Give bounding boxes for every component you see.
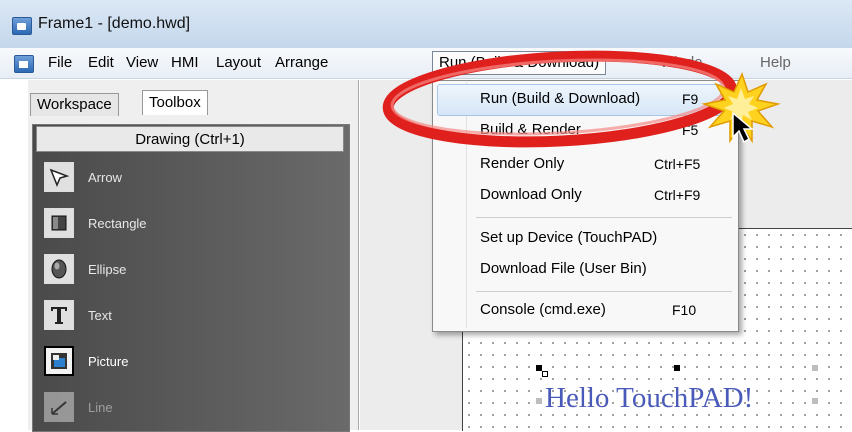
drawing-group-header[interactable]: Drawing (Ctrl+1)	[36, 126, 344, 152]
tool-label: Arrow	[88, 170, 122, 185]
tool-label: Line	[88, 400, 113, 415]
menu-item-run-build-download[interactable]: Run (Build & Download)	[480, 90, 640, 107]
picture-icon	[44, 346, 74, 376]
selection-handle[interactable]	[674, 365, 680, 371]
menu-separator	[476, 291, 732, 292]
menu-window[interactable]: Windo	[660, 54, 703, 71]
menu-help[interactable]: Help	[760, 54, 791, 71]
menu-run-build-download[interactable]: Run (Build & Download)	[432, 51, 607, 75]
tool-rectangle[interactable]: Rectangle	[40, 206, 340, 242]
menu-arrange[interactable]: Arrange	[275, 54, 328, 71]
canvas-text-hello[interactable]: Hello TouchPAD!	[545, 382, 753, 415]
selection-handle[interactable]	[536, 398, 542, 404]
app-icon	[12, 17, 32, 35]
tool-label: Rectangle	[88, 216, 147, 231]
menu-layout[interactable]: Layout	[216, 54, 261, 71]
window-title: Frame1 - [demo.hwd]	[38, 15, 191, 32]
tool-text[interactable]: Text	[40, 298, 340, 334]
selection-handle[interactable]	[812, 398, 818, 404]
menu-item-render-only[interactable]: Render Only	[480, 155, 564, 172]
text-t-icon	[44, 300, 74, 330]
shortcut-f10: F10	[672, 302, 697, 318]
document-icon[interactable]	[14, 55, 34, 73]
selection-handle[interactable]	[812, 365, 818, 371]
menu-edit[interactable]: Edit	[88, 54, 114, 71]
menu-hmi[interactable]: HMI	[171, 54, 199, 71]
selection-anchor-handle[interactable]	[542, 371, 548, 377]
run-dropdown-menu	[432, 80, 739, 332]
tab-workspace[interactable]: Workspace	[30, 93, 119, 116]
menu-gutter	[466, 82, 467, 328]
menu-separator	[476, 217, 732, 218]
menu-item-download-only[interactable]: Download Only	[480, 186, 582, 203]
menu-item-console[interactable]: Console (cmd.exe)	[480, 301, 606, 318]
tool-label: Ellipse	[88, 262, 127, 277]
line-icon	[44, 392, 74, 422]
menu-item-build-render[interactable]: Build & Render	[480, 121, 581, 138]
tool-arrow[interactable]: Arrow	[40, 160, 340, 196]
shortcut-ctrl-f9: Ctrl+F9	[654, 187, 701, 203]
tab-toolbox[interactable]: Toolbox	[142, 90, 208, 115]
menu-view[interactable]: View	[126, 54, 158, 71]
shortcut-ctrl-f5: Ctrl+F5	[654, 156, 701, 172]
menu-file[interactable]: File	[48, 54, 72, 71]
rectangle-icon	[44, 208, 74, 238]
shortcut-f9: F9	[682, 91, 699, 107]
shortcut-f5: F5	[682, 122, 699, 138]
menu-item-download-file[interactable]: Download File (User Bin)	[480, 260, 647, 277]
tool-ellipse[interactable]: Ellipse	[40, 252, 340, 288]
tool-label: Text	[88, 308, 112, 323]
tool-label: Picture	[88, 354, 129, 369]
tool-picture[interactable]: Picture	[40, 344, 340, 380]
menu-item-setup-device[interactable]: Set up Device (TouchPAD)	[480, 229, 657, 246]
ellipse-icon	[44, 254, 74, 284]
arrow-pointer-icon	[44, 162, 74, 192]
tool-line[interactable]: Line	[40, 390, 340, 426]
